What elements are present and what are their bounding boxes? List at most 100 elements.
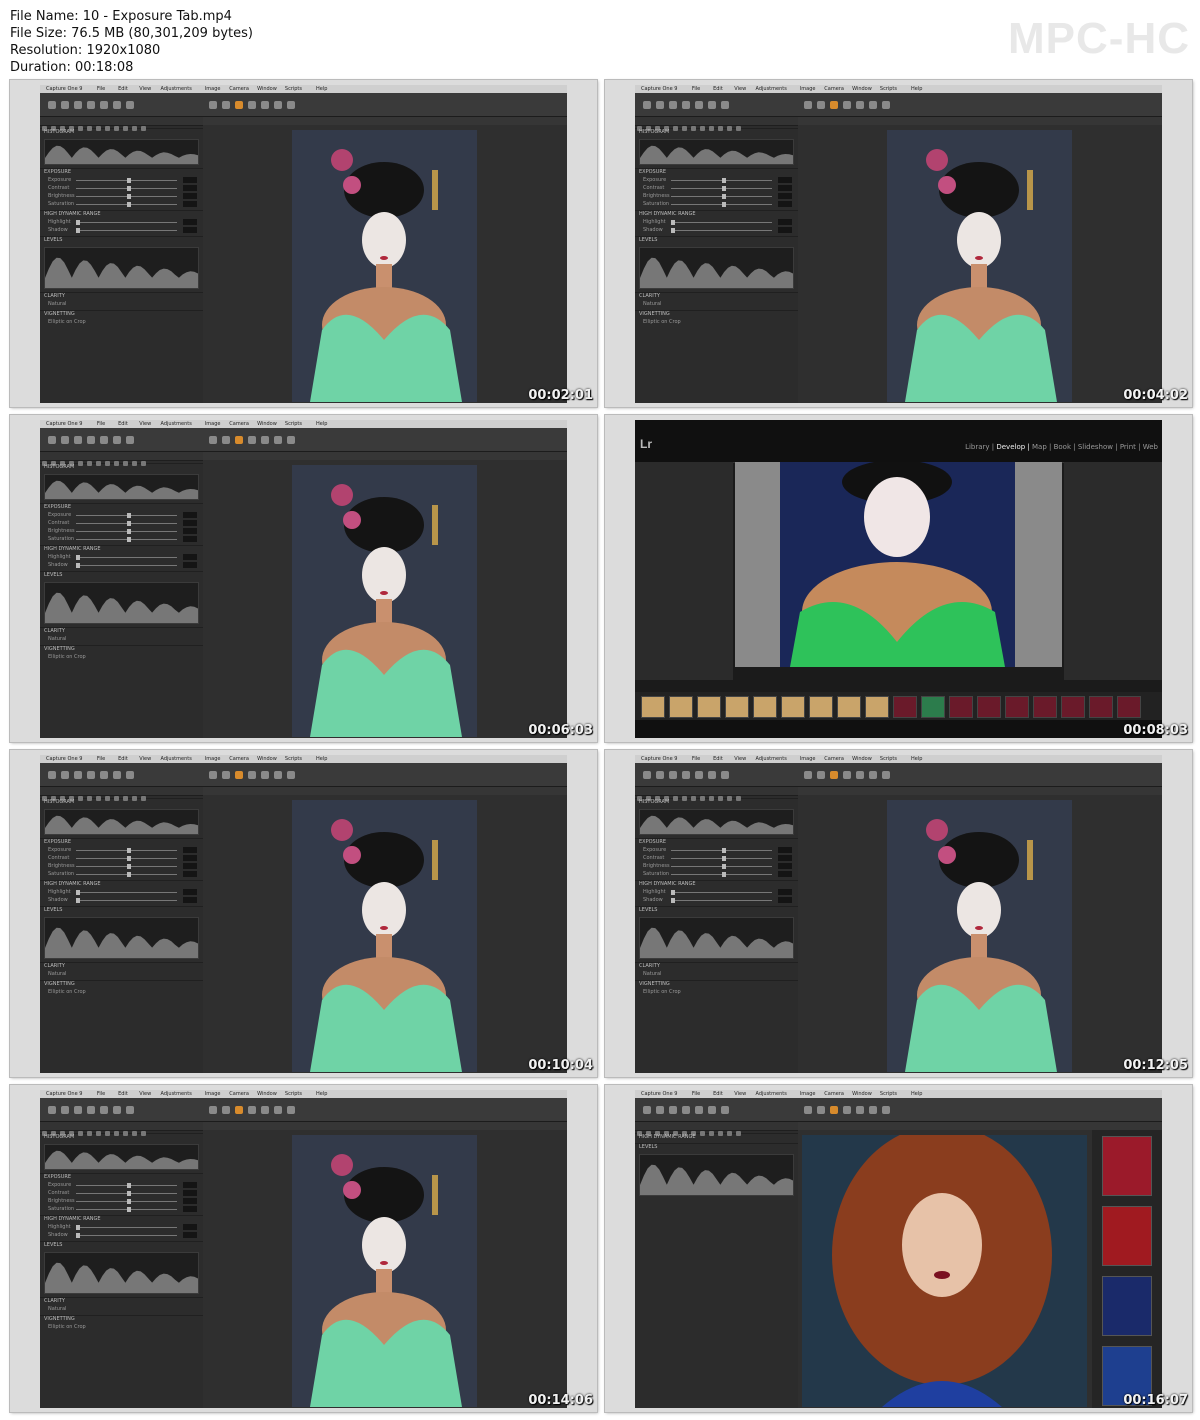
tab-icon[interactable]: [114, 1131, 119, 1136]
slider-value[interactable]: [183, 177, 197, 183]
menu-item[interactable]: View: [734, 756, 746, 762]
tool-icon[interactable]: [682, 101, 690, 109]
slider-value[interactable]: [778, 847, 792, 853]
section-header[interactable]: LEVELS: [635, 236, 798, 244]
tool-icon[interactable]: [274, 1106, 282, 1114]
tool-icon[interactable]: [721, 771, 729, 779]
tool-icon[interactable]: [721, 101, 729, 109]
filmstrip-thumb[interactable]: [1005, 696, 1029, 718]
tab-icon[interactable]: [123, 461, 128, 466]
tool-icon[interactable]: [843, 101, 851, 109]
section-header[interactable]: CLARITY: [40, 627, 203, 635]
tool-icon[interactable]: [274, 101, 282, 109]
menu-item[interactable]: Window: [257, 756, 277, 762]
tab-icon[interactable]: [718, 126, 723, 131]
tool-icon[interactable]: [804, 1106, 812, 1114]
tool-icon[interactable]: [126, 1106, 134, 1114]
slider-knob[interactable]: [126, 537, 131, 542]
video-thumbnail[interactable]: Capture One 9 File Edit View Adjustments Imag…: [605, 750, 1192, 1077]
menu-item[interactable]: Camera: [229, 756, 249, 762]
tab-icon[interactable]: [727, 796, 732, 801]
slider-knob[interactable]: [76, 563, 80, 568]
filmstrip-thumb[interactable]: [781, 696, 805, 718]
section-header[interactable]: HISTOGRAM: [635, 798, 798, 806]
tab-icon[interactable]: [123, 1131, 128, 1136]
slider[interactable]: Contrast: [639, 185, 794, 192]
tool-icon[interactable]: [61, 771, 69, 779]
slider[interactable]: Shadow: [44, 1232, 199, 1239]
slider[interactable]: Exposure: [639, 847, 794, 854]
slider[interactable]: Contrast: [44, 1190, 199, 1197]
slider-knob[interactable]: [671, 228, 675, 233]
tab-icon[interactable]: [727, 1131, 732, 1136]
tool-icon[interactable]: [222, 1106, 230, 1114]
slider-knob[interactable]: [126, 856, 131, 861]
section-header[interactable]: CLARITY: [40, 292, 203, 300]
menu-item[interactable]: Help: [316, 86, 327, 92]
slider-track[interactable]: [76, 1233, 177, 1238]
filmstrip-thumb[interactable]: [893, 696, 917, 718]
module-web[interactable]: Web: [1143, 443, 1158, 451]
slider-knob[interactable]: [721, 872, 726, 877]
slider-value[interactable]: [183, 1190, 197, 1196]
slider-value[interactable]: [183, 1224, 197, 1230]
slider-track[interactable]: [76, 228, 177, 233]
slider-track[interactable]: [671, 228, 772, 233]
menu-item[interactable]: Window: [852, 756, 872, 762]
section-header[interactable]: HISTOGRAM: [40, 128, 203, 136]
tab-icon[interactable]: [132, 126, 137, 131]
menu-item[interactable]: View: [734, 86, 746, 92]
video-thumbnail[interactable]: Capture One 9 File Edit View Adjustments Imag…: [10, 750, 597, 1077]
menu-item[interactable]: Edit: [118, 1091, 128, 1097]
filmstrip-thumb[interactable]: [837, 696, 861, 718]
slider-value[interactable]: [183, 536, 197, 542]
menu-item[interactable]: File: [692, 1091, 700, 1097]
menu-item[interactable]: Window: [257, 1091, 277, 1097]
tool-icon[interactable]: [87, 436, 95, 444]
filmstrip-thumb[interactable]: [809, 696, 833, 718]
slider[interactable]: Exposure: [639, 177, 794, 184]
slider-value[interactable]: [778, 185, 792, 191]
slider[interactable]: Exposure: [44, 847, 199, 854]
tool-icon[interactable]: [869, 1106, 877, 1114]
slider-knob[interactable]: [126, 864, 131, 869]
filmstrip-thumb[interactable]: [865, 696, 889, 718]
filmstrip-thumb[interactable]: [697, 696, 721, 718]
section-header[interactable]: HISTOGRAM: [40, 1133, 203, 1141]
tool-icon[interactable]: [113, 771, 121, 779]
tab-icon[interactable]: [114, 461, 119, 466]
menu-item[interactable]: Edit: [118, 86, 128, 92]
menu-item[interactable]: Scripts: [880, 86, 897, 92]
tool-icon[interactable]: [100, 1106, 108, 1114]
filmstrip-thumb[interactable]: [1061, 696, 1085, 718]
menu-item[interactable]: Adjustments: [756, 756, 787, 762]
section-header[interactable]: EXPOSURE: [40, 1173, 203, 1181]
tab-icon[interactable]: [123, 796, 128, 801]
tool-icon[interactable]: [708, 1106, 716, 1114]
tool-icon[interactable]: [100, 101, 108, 109]
tool-icon[interactable]: [708, 101, 716, 109]
tool-icon[interactable]: [669, 771, 677, 779]
module-develop[interactable]: Develop |: [996, 443, 1032, 451]
module-map[interactable]: Map |: [1032, 443, 1054, 451]
tab-icon[interactable]: [78, 461, 83, 466]
tool-icon[interactable]: [708, 771, 716, 779]
slider-value[interactable]: [183, 193, 197, 199]
menu-item[interactable]: View: [139, 86, 151, 92]
section-header[interactable]: HIGH DYNAMIC RANGE: [40, 210, 203, 218]
menu-item[interactable]: Image: [205, 1091, 221, 1097]
tool-icon[interactable]: [209, 101, 217, 109]
slider[interactable]: Contrast: [44, 855, 199, 862]
menu-item[interactable]: Camera: [824, 86, 844, 92]
tab-icon[interactable]: [700, 1131, 705, 1136]
slider-knob[interactable]: [126, 1191, 131, 1196]
tab-icon[interactable]: [87, 126, 92, 131]
vignetting-method[interactable]: Elliptic on Crop: [44, 989, 199, 996]
slider-value[interactable]: [183, 897, 197, 903]
slider[interactable]: Contrast: [44, 520, 199, 527]
menu-item[interactable]: Image: [800, 86, 816, 92]
tool-icon[interactable]: [61, 1106, 69, 1114]
slider-knob[interactable]: [76, 555, 80, 560]
section-header[interactable]: VIGNETTING: [40, 645, 203, 653]
menu-item[interactable]: Camera: [824, 1091, 844, 1097]
